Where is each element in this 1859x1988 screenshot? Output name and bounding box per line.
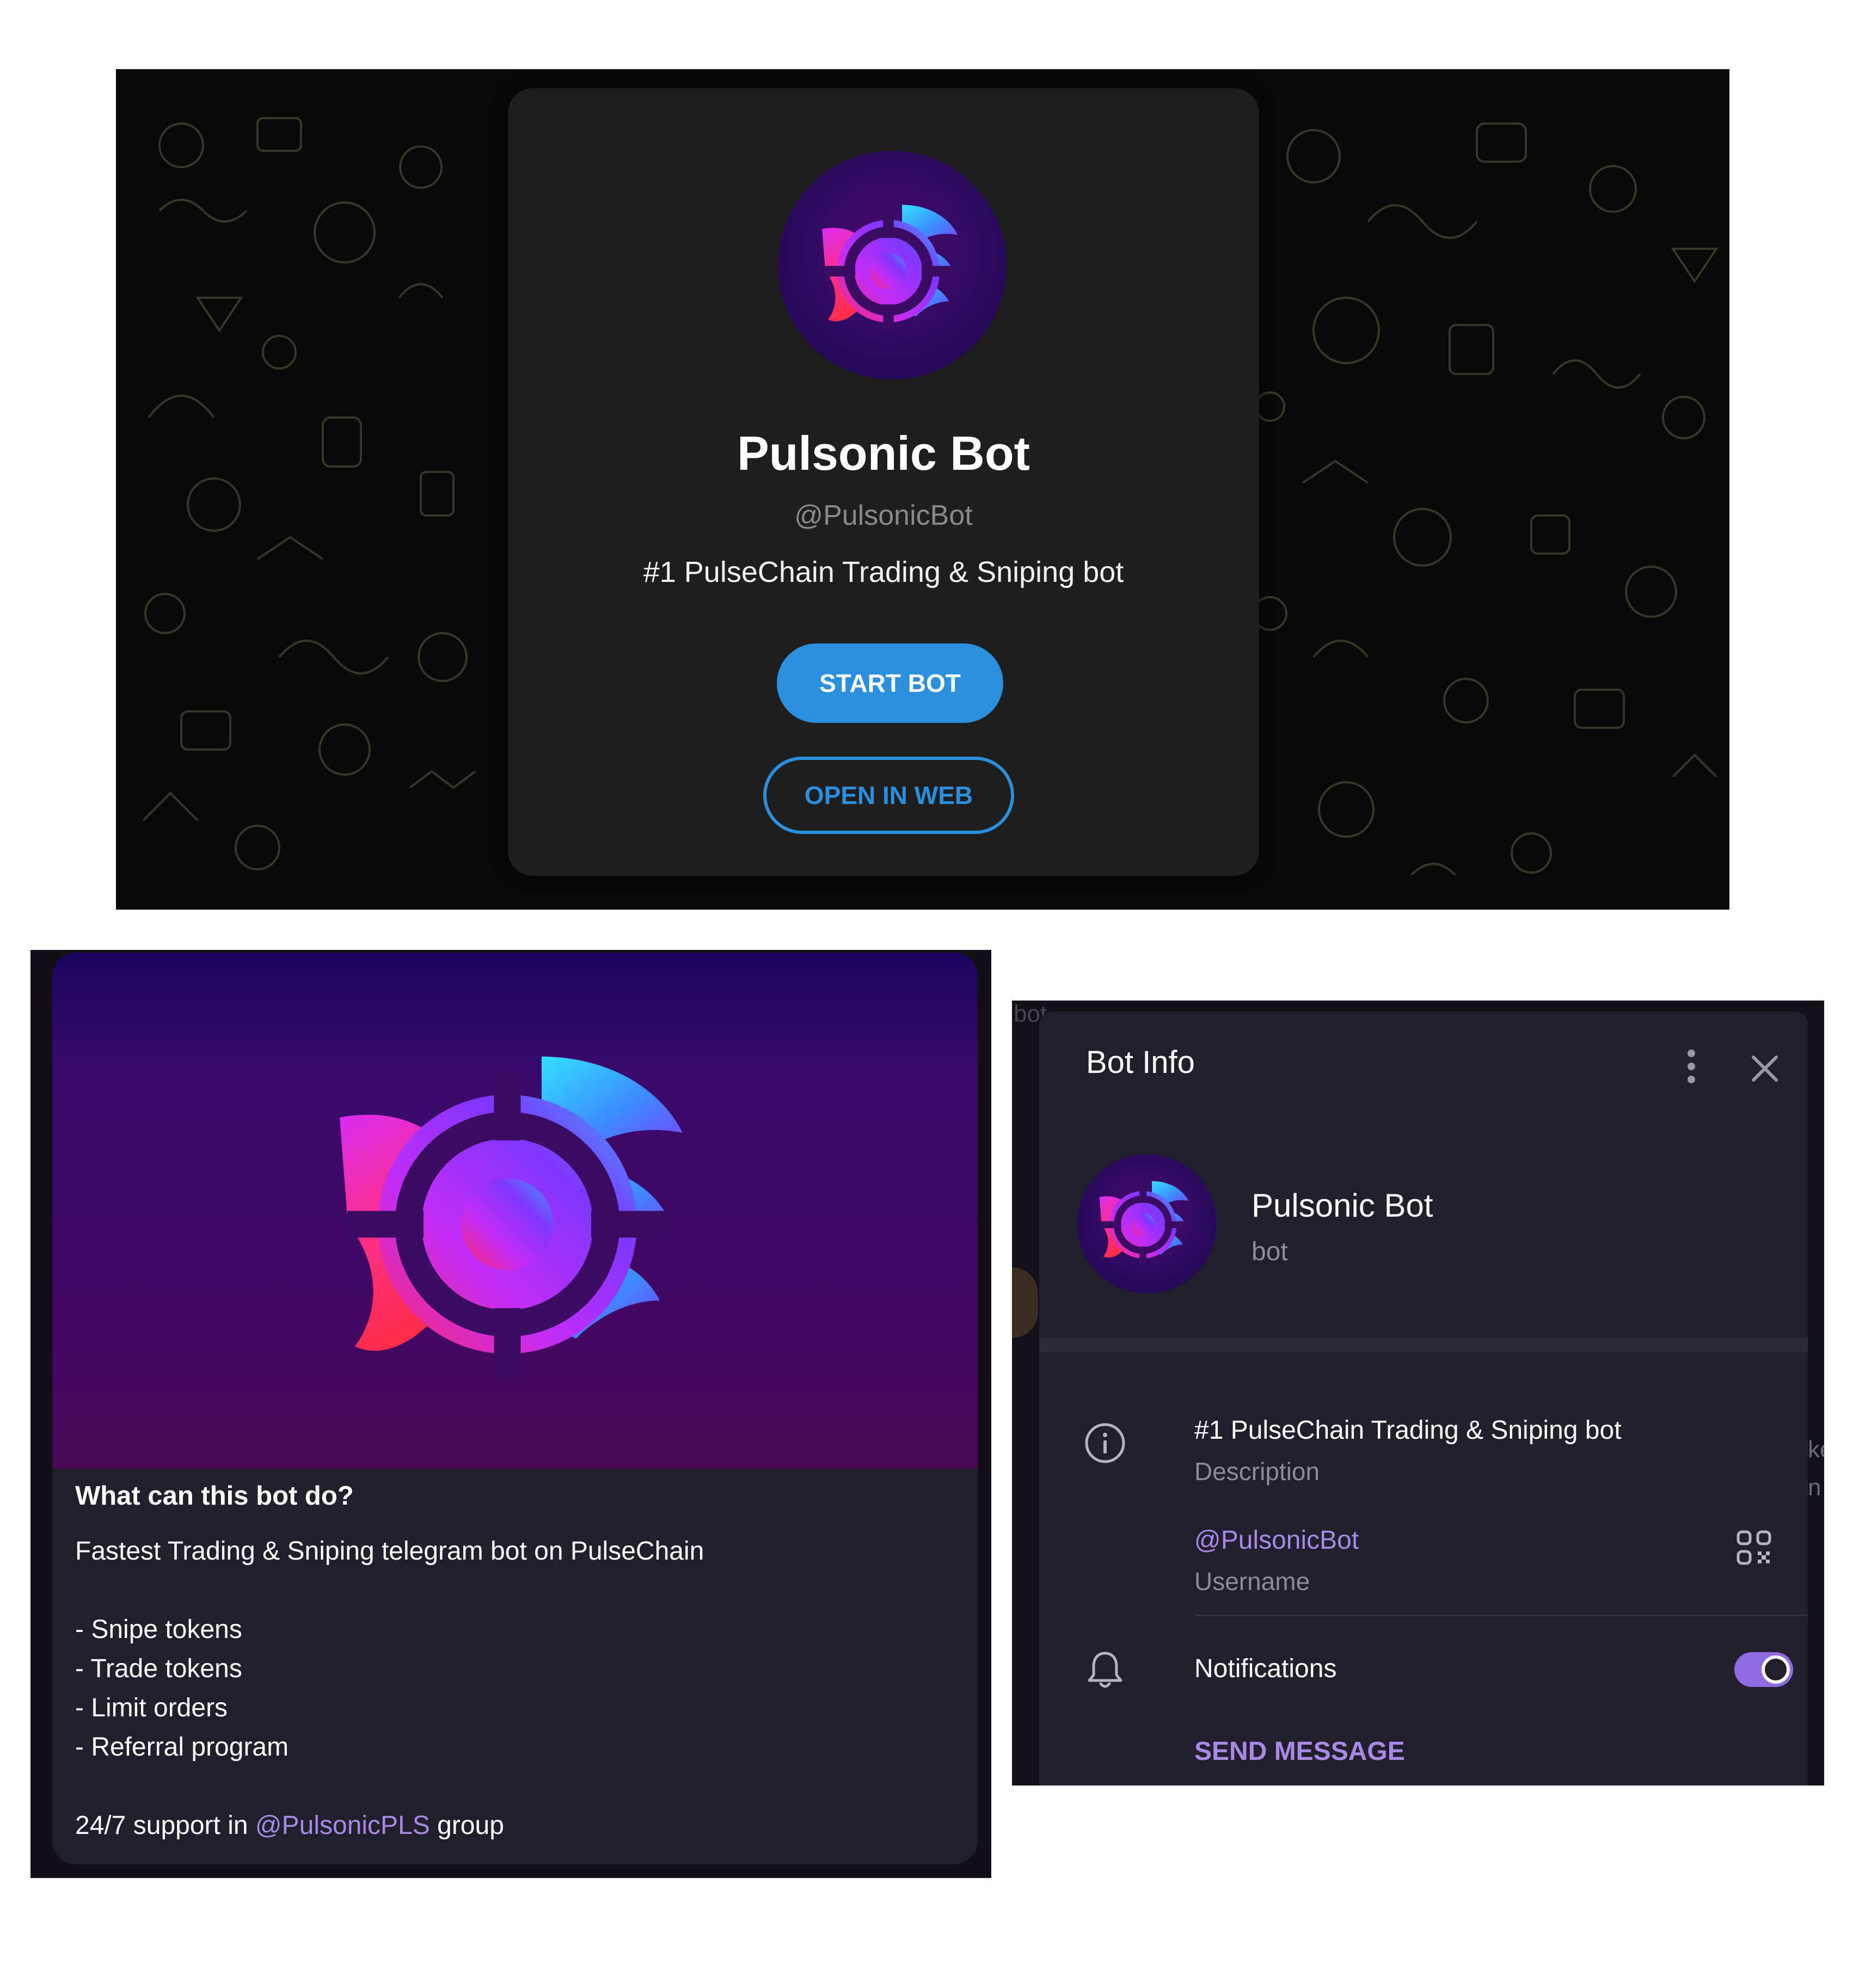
bot-name: Pulsonic Bot	[1251, 1187, 1433, 1224]
more-vertical-icon[interactable]	[1686, 1050, 1697, 1088]
notifications-toggle[interactable]	[1734, 1652, 1793, 1687]
telegram-bot-preview: Pulsonic Bot @PulsonicBot #1 PulseChain …	[116, 69, 1729, 910]
feature-item: - Limit orders	[75, 1694, 228, 1722]
bot-preview-card: Pulsonic Bot @PulsonicBot #1 PulseChain …	[508, 88, 1259, 876]
bot-tagline: #1 PulseChain Trading & Sniping bot	[643, 556, 1124, 588]
description-value: #1 PulseChain Trading & Sniping bot	[1194, 1416, 1622, 1445]
username-value[interactable]: @PulsonicBot	[1194, 1525, 1359, 1555]
feature-item: - Trade tokens	[75, 1654, 242, 1683]
bot-info-title: Bot Info	[1086, 1045, 1195, 1080]
intro-summary: Fastest Trading & Sniping telegram bot o…	[75, 1537, 704, 1566]
send-message-button[interactable]: SEND MESSAGE	[1194, 1737, 1405, 1766]
bell-icon	[1088, 1652, 1122, 1688]
bot-avatar[interactable]	[1077, 1154, 1217, 1293]
bot-intro-text: What can this bot do? Fastest Trading & …	[75, 1481, 956, 1845]
support-suffix: group	[430, 1811, 504, 1840]
open-in-web-button[interactable]: OPEN IN WEB	[763, 757, 1014, 834]
support-line: 24/7 support in @PulsonicPLS group	[75, 1806, 956, 1845]
bot-handle: @PulsonicBot	[794, 500, 973, 531]
pulsonic-logo-icon	[778, 151, 1007, 379]
intro-heading: What can this bot do?	[75, 1481, 354, 1511]
bot-banner-image	[52, 953, 978, 1469]
start-bot-button[interactable]: START BOT	[777, 643, 1003, 723]
bot-title: Pulsonic Bot	[737, 426, 1030, 480]
bot-kind: bot	[1251, 1237, 1288, 1266]
bot-info-sidebar: Bot Info Pulsonic Bot bot #1 PulseChain …	[1039, 1011, 1808, 1785]
close-icon[interactable]	[1747, 1051, 1783, 1087]
feature-item: - Snipe tokens	[75, 1615, 242, 1644]
background-edge-text: n	[1808, 1474, 1821, 1501]
bot-intro-panel: What can this bot do? Fastest Trading & …	[30, 950, 991, 1878]
feature-item: - Referral program	[75, 1733, 289, 1762]
description-label: Description	[1194, 1457, 1320, 1486]
support-group-link[interactable]: @PulsonicPLS	[255, 1811, 430, 1840]
background-edge-text: ke	[1808, 1436, 1824, 1463]
notifications-label: Notifications	[1194, 1654, 1337, 1683]
row-separator	[1194, 1615, 1808, 1616]
info-icon	[1085, 1423, 1125, 1463]
background-avatar-peek	[1012, 1267, 1038, 1338]
support-prefix: 24/7 support in	[75, 1811, 255, 1840]
bot-avatar	[778, 151, 1007, 379]
section-divider	[1039, 1338, 1808, 1352]
bot-info-panel: bot ke n Bot Info Pulsonic Bot bot #1 Pu…	[1012, 1001, 1824, 1785]
username-label: Username	[1194, 1567, 1310, 1596]
pulsonic-logo-icon	[1077, 1154, 1217, 1293]
qr-code-icon[interactable]	[1735, 1529, 1773, 1567]
bot-intro-card: What can this bot do? Fastest Trading & …	[52, 953, 978, 1864]
pulsonic-logo-icon	[332, 1049, 713, 1392]
